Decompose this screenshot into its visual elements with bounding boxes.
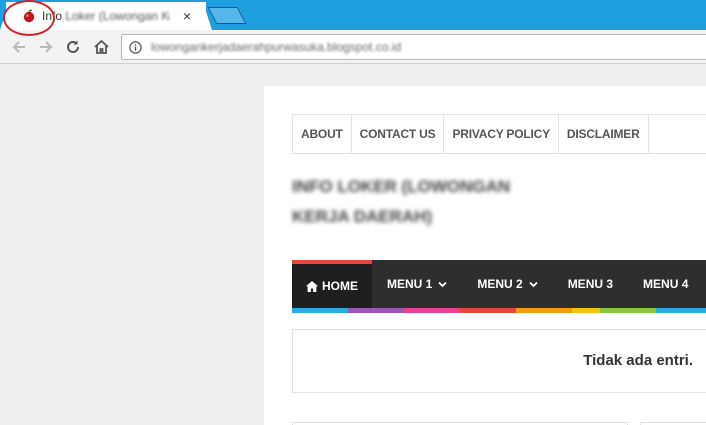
stripe-segment — [432, 308, 460, 313]
stripe-segment — [628, 308, 656, 313]
stripe-segment — [376, 308, 404, 313]
arrow-left-icon — [12, 41, 25, 53]
stripe-segment — [292, 308, 320, 313]
address-bar[interactable]: lowongankerjadaerahpurwasuka.blogspot.co… — [121, 34, 706, 60]
topnav-disclaimer[interactable]: DISCLAIMER — [559, 115, 649, 153]
nav-menu-1[interactable]: MENU 1 — [372, 260, 462, 308]
topnav-about[interactable]: ABOUT — [293, 115, 352, 153]
top-navigation: ABOUT CONTACT US PRIVACY POLICY DISCLAIM… — [292, 114, 706, 154]
posts-container: Tidak ada entri. — [292, 329, 706, 393]
tab-close-icon[interactable]: × — [180, 8, 194, 24]
tab-title: Info Loker (Lowongan Ke — [42, 9, 170, 23]
stripe-segment — [684, 308, 706, 313]
stripe-segment — [404, 308, 432, 313]
house-icon — [93, 39, 109, 54]
browser-tabstrip: Info Loker (Lowongan Ke × — [0, 0, 706, 36]
stripe-segment — [544, 308, 572, 313]
reload-icon — [67, 40, 79, 53]
nav-menu-label: MENU 1 — [387, 277, 433, 291]
blog-page: ABOUT CONTACT US PRIVACY POLICY DISCLAIM… — [264, 86, 706, 425]
home-icon — [306, 280, 318, 292]
nav-home-label: HOME — [322, 279, 358, 293]
stripe-segment — [488, 308, 516, 313]
stripe-segment — [516, 308, 544, 313]
tab-title-blurred: Loker (Lowongan Ke — [65, 9, 170, 23]
nav-menu-4[interactable]: MENU 4 — [628, 260, 703, 308]
color-stripe — [292, 308, 706, 313]
stripe-segment — [572, 308, 600, 313]
nav-menu-3[interactable]: MENU 3 — [553, 260, 628, 308]
new-tab-button[interactable] — [207, 7, 247, 24]
main-navigation: HOME MENU 1 MENU 2 MENU 3 MENU 4 — [292, 260, 706, 313]
forward-button[interactable] — [37, 38, 55, 56]
stripe-segment — [600, 308, 628, 313]
topnav-privacy-policy[interactable]: PRIVACY POLICY — [444, 115, 559, 153]
nav-menu-label: MENU 4 — [643, 277, 689, 291]
empty-posts-message: Tidak ada entri. — [583, 352, 693, 369]
nav-menu-label: MENU 3 — [567, 277, 614, 291]
stripe-segment — [320, 308, 348, 313]
info-icon[interactable] — [129, 40, 142, 54]
back-button[interactable] — [10, 38, 28, 56]
nav-menu-label: MENU 2 — [477, 277, 523, 291]
site-title-line: Kerja Daerah) — [292, 207, 433, 226]
chevron-down-icon — [529, 281, 538, 287]
home-button[interactable] — [92, 38, 110, 56]
browser-toolbar: lowongankerjadaerahpurwasuka.blogspot.co… — [0, 30, 706, 64]
site-title[interactable]: Info Loker (Lowongan Kerja Daerah) — [292, 172, 552, 232]
site-title-line: Info Loker (Lowongan — [292, 177, 511, 196]
arrow-right-icon — [40, 41, 53, 53]
annotation-circle — [3, 0, 55, 36]
reload-button[interactable] — [64, 38, 82, 56]
stripe-segment — [348, 308, 376, 313]
chevron-down-icon — [438, 281, 447, 287]
url-text: lowongankerjadaerahpurwasuka.blogspot.co… — [151, 40, 402, 54]
stripe-segment — [460, 308, 488, 313]
topnav-contact-us[interactable]: CONTACT US — [352, 115, 445, 153]
stripe-segment — [656, 308, 684, 313]
nav-menu-2[interactable]: MENU 2 — [462, 260, 552, 308]
nav-home[interactable]: HOME — [292, 260, 372, 308]
